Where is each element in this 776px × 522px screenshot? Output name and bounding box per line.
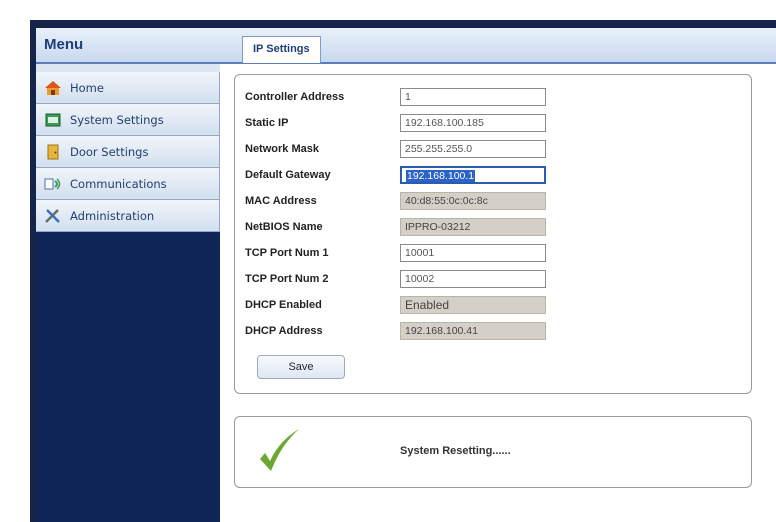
menu-item-administration[interactable]: Administration [36,200,220,232]
field-label: DHCP Enabled [245,299,322,311]
menu-item-communications[interactable]: Communications [36,168,220,200]
field-label: Controller Address [245,91,345,103]
menu-item-system-settings[interactable]: System Settings [36,104,220,136]
save-button[interactable]: Save [257,355,345,379]
main-content: IP Settings Controller Address Static IP… [220,28,776,522]
field-label: MAC Address [245,195,317,207]
field-label: NetBIOS Name [245,221,323,233]
form-row-netbios-name: NetBIOS Name IPPRO-03212 [245,217,546,237]
ip-settings-panel: Controller Address Static IP Network Mas… [234,74,752,394]
tcp-port-1-input[interactable] [400,244,546,262]
status-panel: System Resetting...... [234,416,752,488]
form-row-controller-address: Controller Address [245,87,546,107]
form-row-tcp-port-2: TCP Port Num 2 [245,269,546,289]
tools-icon [40,208,66,224]
menu-item-home[interactable]: Home [36,72,220,104]
static-ip-input[interactable] [400,114,546,132]
home-icon [40,80,66,96]
network-mask-input[interactable] [400,140,546,158]
default-gateway-input[interactable]: 192.168.100.1 [400,166,546,184]
form-row-mac-address: MAC Address 40:d8:55:0c:0c:8c [245,191,546,211]
field-label: TCP Port Num 2 [245,273,329,285]
field-label: Static IP [245,117,289,129]
tab-ip-settings[interactable]: IP Settings [242,36,321,63]
form-row-dhcp-address: DHCP Address 192.168.100.41 [245,321,546,341]
communications-icon [40,176,66,192]
form-row-network-mask: Network Mask [245,139,546,159]
dhcp-enabled-field: Enabled [400,296,546,314]
controller-address-input[interactable] [400,88,546,106]
menu-title: Menu [36,28,220,64]
form-row-default-gateway: Default Gateway 192.168.100.1 [245,165,546,185]
dhcp-address-field: 192.168.100.41 [400,322,546,340]
field-label: TCP Port Num 1 [245,247,329,259]
door-icon [40,144,66,160]
sidebar: Menu Home System Settings Door Settings … [36,28,220,522]
field-label: Network Mask [245,143,319,155]
status-message: System Resetting...... [400,445,511,457]
form-row-tcp-port-1: TCP Port Num 1 [245,243,546,263]
tcp-port-2-input[interactable] [400,270,546,288]
window-frame-top [30,20,776,28]
field-label: DHCP Address [245,325,323,337]
system-settings-icon [40,112,66,128]
mac-address-field: 40:d8:55:0c:0c:8c [400,192,546,210]
netbios-name-field: IPPRO-03212 [400,218,546,236]
tab-strip: IP Settings [220,28,776,64]
menu-item-door-settings[interactable]: Door Settings [36,136,220,168]
field-label: Default Gateway [245,169,331,181]
form-row-static-ip: Static IP [245,113,546,133]
checkmark-icon [257,425,301,483]
form-row-dhcp-enabled: DHCP Enabled Enabled [245,295,546,315]
